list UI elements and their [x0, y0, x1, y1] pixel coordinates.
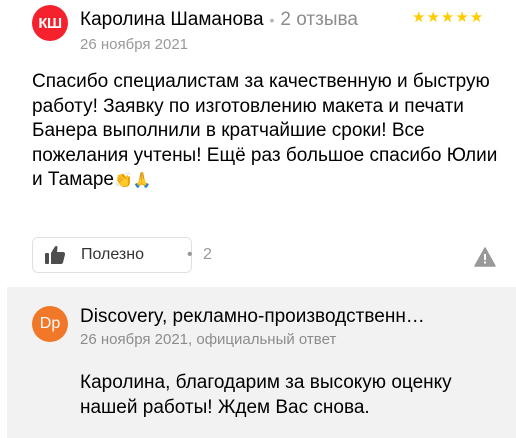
author-avatar[interactable]: КШ: [32, 5, 68, 41]
separator-dot: •: [269, 12, 275, 28]
author-header: Каролина Шаманова • 2 отзыва: [80, 9, 358, 31]
review-emoji: 👏🙏: [113, 172, 152, 189]
review-text: Спасибо специалистам за качественную и б…: [32, 70, 502, 194]
review-date: 26 ноября 2021: [80, 36, 189, 53]
org-name[interactable]: Discovery, рекламно-производственн…: [80, 306, 425, 328]
warning-icon[interactable]: [474, 247, 496, 267]
review-count: 2 отзыва: [280, 9, 358, 30]
rating-stars: ★★★★★: [412, 9, 485, 26]
helpful-count: 2: [203, 246, 212, 263]
review-body: Спасибо специалистам за качественную и б…: [32, 71, 498, 190]
helpful-label: Полезно: [81, 246, 144, 263]
helpful-separator: •: [187, 246, 193, 263]
helpful-button[interactable]: Полезно • 2: [32, 237, 212, 273]
reply-text: Каролина, благодарим за высокую оценку н…: [80, 372, 452, 418]
reply-date: 26 ноября 2021, официальный ответ: [80, 331, 337, 348]
author-name[interactable]: Каролина Шаманова: [80, 9, 264, 30]
thumbs-up-icon: [45, 245, 66, 264]
org-avatar[interactable]: Dp: [32, 306, 68, 342]
